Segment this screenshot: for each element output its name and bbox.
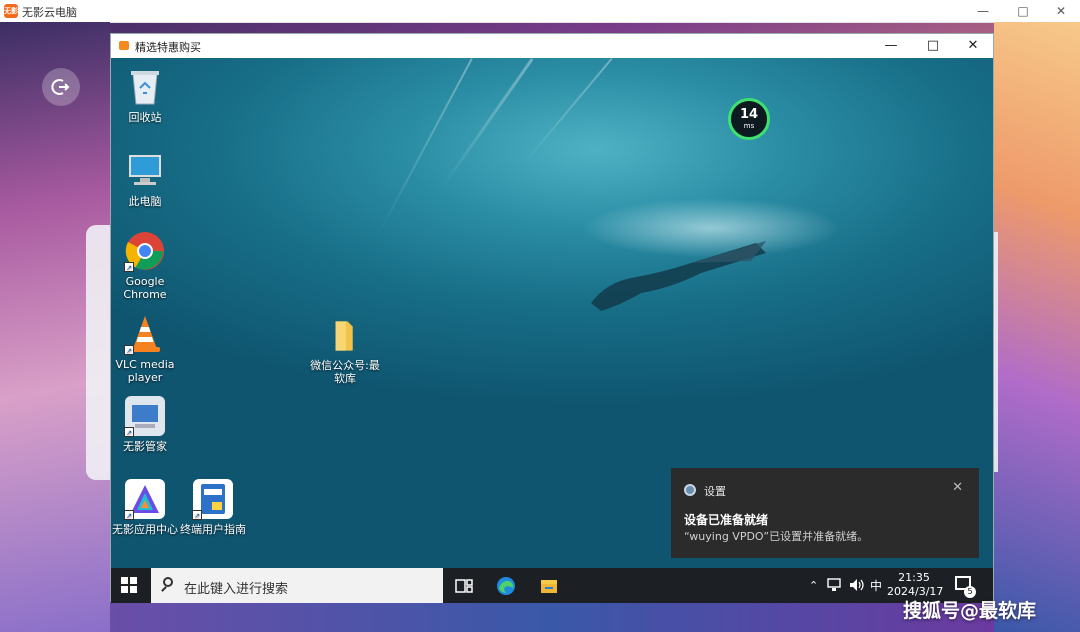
computer-icon <box>129 155 161 185</box>
recycle-bin-icon <box>131 71 159 105</box>
light-ray <box>439 58 534 191</box>
promo-icon <box>119 41 129 50</box>
desktop-icon-label: 无影应用中心 <box>112 523 178 536</box>
vlc-icon-wrap: ↗ <box>124 313 166 355</box>
desktop-icon-label: 此电脑 <box>128 195 162 208</box>
shortcut-arrow-icon: ↗ <box>124 427 134 437</box>
settings-gear-icon <box>684 484 696 496</box>
folder-icon <box>335 321 353 351</box>
latency-value: 14 <box>739 107 759 122</box>
chrome-icon-wrap: ↗ <box>124 230 166 272</box>
tray-chevron-icon[interactable]: ⌃ <box>809 579 818 592</box>
minimize-button[interactable]: — <box>964 0 1002 22</box>
shortcut-arrow-icon: ↗ <box>124 262 134 272</box>
file-explorer-icon[interactable] <box>539 576 559 596</box>
edge-browser-icon[interactable] <box>496 576 516 596</box>
notification-body: “wuying VPDO”已设置并准备就绪。 <box>684 530 869 543</box>
latency-indicator[interactable]: 14 ms <box>728 98 770 140</box>
volume-icon[interactable] <box>849 578 865 592</box>
clock-time: 21:35 <box>898 571 930 584</box>
app-center-icon-wrap: ↗ <box>124 478 166 520</box>
taskbar: 在此键入进行搜索 ⌃ 中 21:35 2024/3/17 5 <box>111 568 993 603</box>
shortcut-arrow-icon: ↗ <box>124 510 134 520</box>
close-button[interactable]: ✕ <box>1042 0 1080 22</box>
search-placeholder: 在此键入进行搜索 <box>184 582 289 597</box>
side-panel-edge <box>994 232 998 472</box>
desktop-icon-folder[interactable]: 微信公众号:最软库 <box>310 316 380 385</box>
desktop-icon-label: 回收站 <box>128 111 162 124</box>
desktop-wallpaper: 14 ms 回收站 此电脑 ↗ Google Chrome ↗ VLC medi… <box>111 58 993 568</box>
desktop-icon-label: 终端用户指南 <box>180 523 246 536</box>
start-button[interactable] <box>121 577 137 593</box>
app-logo-icon: 无影 <box>4 4 18 18</box>
taskbar-search[interactable]: 在此键入进行搜索 <box>151 568 443 603</box>
diver-image <box>591 241 766 311</box>
inner-window-title: 精选特惠购买 <box>135 41 201 54</box>
desktop-icon-label: 无影管家 <box>123 440 167 453</box>
notification-toast[interactable]: 设置 ✕ 设备已准备就绪 “wuying VPDO”已设置并准备就绪。 <box>671 468 979 558</box>
user-guide-icon-wrap: ↗ <box>192 478 234 520</box>
task-view-icon[interactable] <box>454 576 474 596</box>
desktop-icon-wuying-manager[interactable]: ↗ 无影管家 <box>111 395 180 453</box>
notification-app-name: 设置 <box>704 485 726 498</box>
light-ray <box>521 58 613 167</box>
inner-close-button[interactable]: ✕ <box>953 34 993 58</box>
notification-heading: 设备已准备就绪 <box>684 513 769 527</box>
inner-titlebar: 精选特惠购买 — □ ✕ <box>111 34 993 58</box>
outer-window-title: 无影云电脑 <box>22 6 77 19</box>
outer-wallpaper-right <box>994 22 1080 632</box>
wuying-manager-icon-wrap: ↗ <box>124 395 166 437</box>
ime-indicator[interactable]: 中 <box>870 577 882 594</box>
desktop-icon-app-center[interactable]: ↗ 无影应用中心 <box>111 478 180 536</box>
logout-icon <box>51 79 70 95</box>
outer-titlebar: 无影 无影云电脑 — □ ✕ <box>0 0 1080 23</box>
latency-unit: ms <box>743 122 755 130</box>
desktop-icon-this-pc[interactable]: 此电脑 <box>111 150 180 208</box>
logout-button[interactable] <box>42 68 80 106</box>
watermark: 搜狐号@最软库 <box>903 600 1037 622</box>
side-panel <box>86 225 112 480</box>
desktop-icon-recycle-bin[interactable]: 回收站 <box>111 66 180 124</box>
remote-desktop-window: 精选特惠购买 — □ ✕ 14 ms 回收站 此电脑 ↗ Google Chro… <box>110 33 994 603</box>
maximize-button[interactable]: □ <box>1004 0 1042 22</box>
inner-maximize-button[interactable]: □ <box>913 34 953 58</box>
inner-minimize-button[interactable]: — <box>871 34 911 58</box>
desktop-icon-chrome[interactable]: ↗ Google Chrome <box>111 230 180 301</box>
desktop-icon-vlc[interactable]: ↗ VLC media player <box>111 313 180 384</box>
notification-close-button[interactable]: ✕ <box>952 480 963 495</box>
shortcut-arrow-icon: ↗ <box>124 345 134 355</box>
search-icon <box>163 577 173 587</box>
network-icon[interactable] <box>827 578 843 592</box>
desktop-icon-label: 微信公众号:最软库 <box>310 359 380 385</box>
desktop-icon-user-guide[interactable]: ↗ 终端用户指南 <box>178 478 248 536</box>
light-ray <box>377 58 473 236</box>
desktop-icon-label: Google Chrome <box>123 275 167 301</box>
taskbar-clock[interactable]: 21:35 2024/3/17 <box>887 571 943 599</box>
desktop-icon-label: VLC media player <box>115 358 175 384</box>
shortcut-arrow-icon: ↗ <box>192 510 202 520</box>
outer-wallpaper-bottom <box>110 602 994 632</box>
